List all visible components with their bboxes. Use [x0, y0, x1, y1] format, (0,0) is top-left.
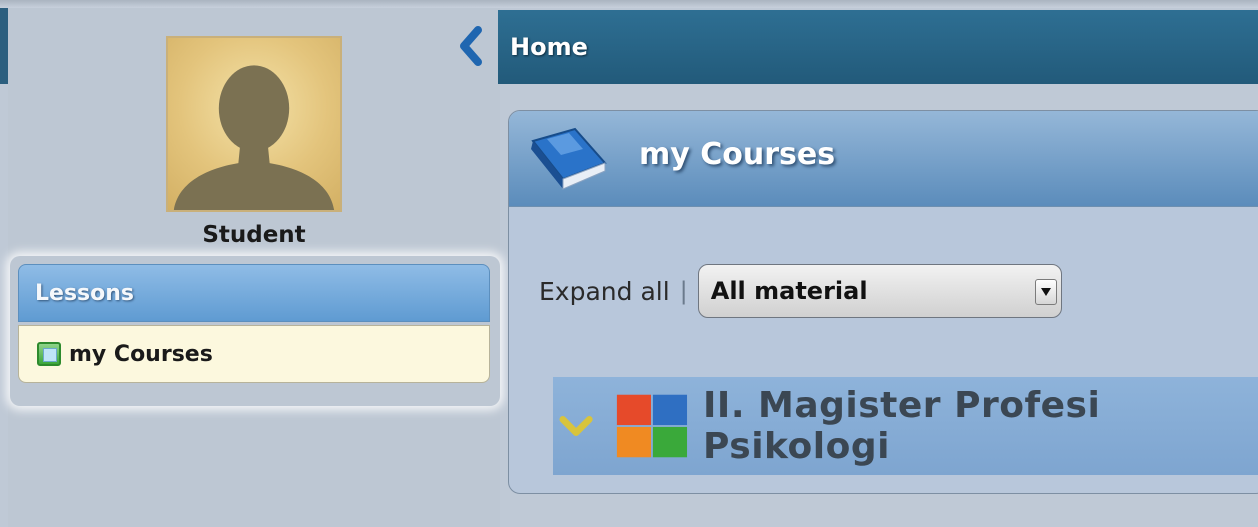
course-name[interactable]: II. Magister Profesi Psikologi [703, 385, 1258, 467]
page-header: Home [498, 10, 1258, 84]
dropdown-arrow-icon[interactable] [1034, 279, 1057, 305]
course-icon [37, 342, 61, 366]
chevron-left-icon [460, 26, 482, 66]
course-category-icon [617, 394, 688, 458]
collapse-sidebar-button[interactable] [452, 24, 488, 68]
my-courses-panel: my Courses Expand all | All material II.… [508, 110, 1258, 494]
window-top-strip [0, 0, 1258, 8]
book-icon [531, 127, 607, 190]
material-filter-value: All material [710, 277, 868, 305]
avatar[interactable] [166, 36, 342, 212]
user-silhouette-icon [173, 65, 335, 210]
sidebar-item-my-courses[interactable]: my Courses [18, 325, 490, 383]
lessons-header-label: Lessons [35, 280, 134, 306]
lessons-panel: Lessons my Courses [10, 256, 500, 406]
student-name: Student [202, 222, 306, 248]
panel-title: my Courses [639, 137, 836, 172]
panel-toolbar: Expand all | All material [539, 263, 1062, 319]
toolbar-separator: | [679, 277, 688, 305]
course-row[interactable]: II. Magister Profesi Psikologi [553, 377, 1258, 475]
material-filter-select[interactable]: All material [697, 264, 1062, 318]
lessons-header[interactable]: Lessons [18, 264, 490, 322]
sidebar-item-label: my Courses [69, 341, 213, 367]
sidebar: Student Lessons my Courses [8, 8, 500, 527]
panel-header: my Courses [509, 111, 1258, 207]
page-title: Home [510, 33, 588, 61]
chevron-down-icon[interactable] [559, 411, 593, 441]
expand-all-link[interactable]: Expand all [539, 277, 670, 306]
left-edge-bar [0, 8, 8, 84]
